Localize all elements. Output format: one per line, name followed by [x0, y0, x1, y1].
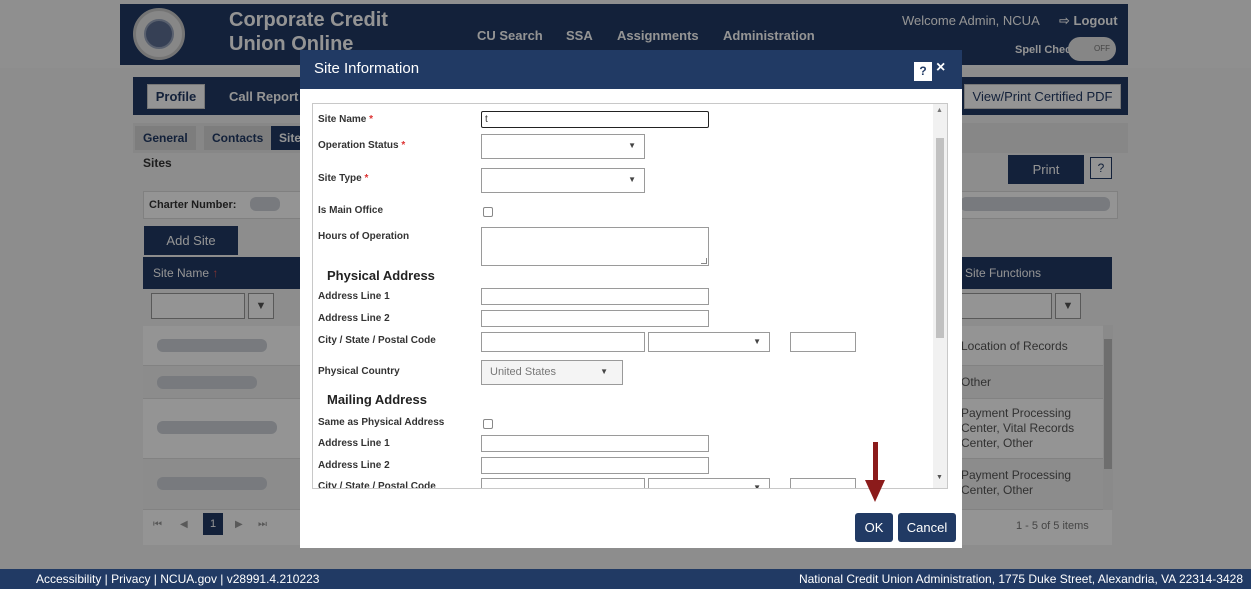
hours-of-operation-textarea[interactable] [481, 227, 709, 266]
dialog-title: Site Information [314, 60, 420, 77]
scroll-thumb[interactable] [936, 138, 944, 338]
down-arrow-annotation-head [865, 480, 885, 502]
site-information-dialog: Site Information ? × Site Name * t Opera… [300, 50, 962, 548]
cancel-button[interactable]: Cancel [898, 513, 956, 542]
site-form: Site Name * t Operation Status * ▼ Site … [312, 103, 948, 489]
mailing-address-line-1-input[interactable] [481, 435, 709, 452]
mailing-address-heading: Mailing Address [327, 392, 427, 407]
chevron-down-icon: ▼ [753, 483, 761, 489]
address-line-2-label: Address Line 2 [318, 313, 390, 324]
scroll-up-icon[interactable]: ▲ [936, 107, 943, 114]
operation-status-label: Operation Status * [318, 140, 406, 151]
footer-address: National Credit Union Administration, 17… [798, 572, 1243, 586]
mailing-city-state-postal-label: City / State / Postal Code [318, 481, 436, 489]
mailing-address-line-2-input[interactable] [481, 457, 709, 474]
physical-country-label: Physical Country [318, 366, 400, 377]
down-arrow-annotation-icon [873, 442, 878, 482]
is-main-office-label: Is Main Office [318, 205, 384, 216]
address-line-2-input[interactable] [481, 310, 709, 327]
mailing-address-line-2-label: Address Line 2 [318, 460, 390, 471]
address-line-1-input[interactable] [481, 288, 709, 305]
physical-country-select[interactable]: United States ▼ [481, 360, 623, 385]
country-value: United States [490, 366, 557, 378]
site-type-label: Site Type * [318, 173, 369, 184]
operation-status-select[interactable]: ▼ [481, 134, 645, 159]
physical-address-heading: Physical Address [327, 268, 435, 283]
chevron-down-icon: ▼ [600, 367, 608, 376]
site-name-label: Site Name * [318, 114, 374, 125]
mailing-address-line-1-label: Address Line 1 [318, 438, 390, 449]
resize-handle-icon[interactable] [701, 258, 707, 264]
mailing-city-input[interactable] [481, 478, 645, 488]
chevron-down-icon: ▼ [753, 337, 761, 346]
help-icon[interactable]: ? [914, 62, 932, 81]
address-line-1-label: Address Line 1 [318, 291, 390, 302]
chevron-down-icon: ▼ [628, 141, 636, 150]
city-state-postal-label: City / State / Postal Code [318, 335, 436, 346]
is-main-office-checkbox[interactable] [483, 207, 493, 217]
site-name-input[interactable]: t [481, 111, 709, 128]
site-type-select[interactable]: ▼ [481, 168, 645, 193]
scroll-down-icon[interactable]: ▼ [936, 474, 943, 481]
mailing-postal-code-input[interactable] [790, 478, 856, 488]
postal-code-input[interactable] [790, 332, 856, 352]
hours-of-operation-label: Hours of Operation [318, 231, 410, 242]
form-scrollbar[interactable]: ▲ ▼ [933, 104, 947, 488]
close-icon[interactable]: × [936, 59, 945, 77]
mailing-state-select[interactable]: ▼ [648, 478, 770, 489]
footer: Accessibility | Privacy | NCUA.gov | v28… [0, 569, 1251, 589]
ok-button[interactable]: OK [855, 513, 893, 542]
footer-links[interactable]: Accessibility | Privacy | NCUA.gov | v28… [36, 569, 319, 589]
chevron-down-icon: ▼ [628, 175, 636, 184]
state-select[interactable]: ▼ [648, 332, 770, 352]
same-as-physical-checkbox[interactable] [483, 419, 493, 429]
same-as-physical-label: Same as Physical Address [318, 417, 445, 428]
city-input[interactable] [481, 332, 645, 352]
dialog-header: Site Information ? × [300, 50, 962, 89]
